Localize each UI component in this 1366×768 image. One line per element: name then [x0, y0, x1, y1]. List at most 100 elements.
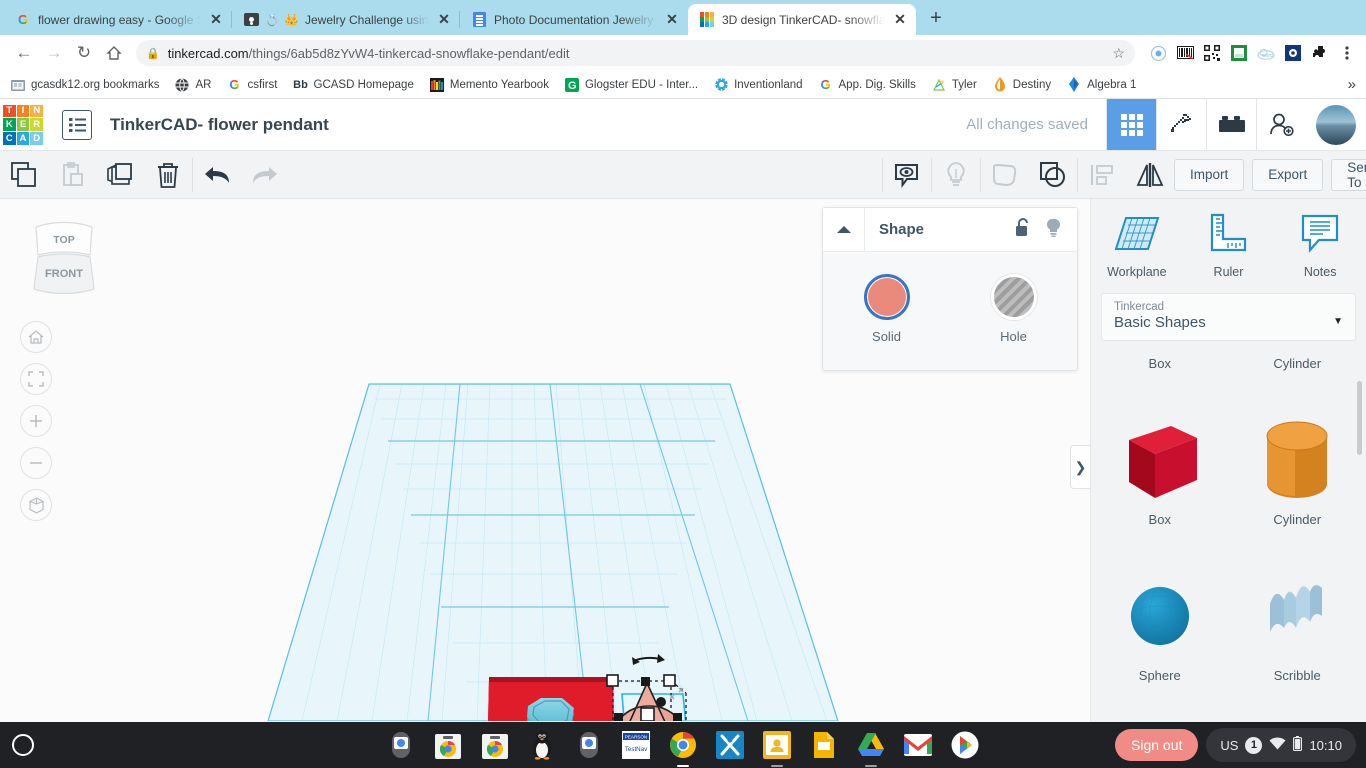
- export-button[interactable]: Export: [1252, 158, 1324, 191]
- zoom-out-button[interactable]: [20, 447, 52, 479]
- copy-button[interactable]: [0, 151, 48, 198]
- chrome-bag-icon[interactable]: [433, 730, 463, 760]
- google-slides-icon[interactable]: [809, 730, 839, 760]
- blue-square-icon[interactable]: [1284, 44, 1302, 62]
- lego-brick-icon[interactable]: [1206, 99, 1256, 150]
- camera-app-icon-2[interactable]: [574, 730, 604, 760]
- profile-circle-icon[interactable]: [1149, 44, 1167, 62]
- bookmark-app-dig-skills[interactable]: G App. Dig. Skills: [818, 77, 915, 93]
- avatar[interactable]: [1316, 104, 1356, 145]
- group-button[interactable]: [981, 151, 1029, 198]
- align-button[interactable]: [1078, 151, 1126, 198]
- bookmark-inventionland[interactable]: Inventionland: [713, 77, 803, 93]
- unlock-icon[interactable]: [1015, 217, 1032, 242]
- bookmark-glogster[interactable]: G Glogster EDU - Inter...: [564, 77, 698, 93]
- shape-panel-collapse-button[interactable]: [823, 208, 865, 251]
- notes-tool[interactable]: Notes: [1282, 213, 1358, 279]
- bookmark-gcasdk12[interactable]: gcasdk12.org bookmarks: [10, 77, 159, 93]
- solid-swatch[interactable]: [863, 274, 910, 320]
- cloud-icon[interactable]: word: [1257, 44, 1275, 62]
- sidebar-collapse-handle[interactable]: ❯: [1070, 445, 1090, 489]
- minecraft-pickaxe-icon[interactable]: [1156, 99, 1206, 150]
- bookmark-algebra-1[interactable]: Algebra 1: [1066, 77, 1136, 93]
- delete-button[interactable]: [144, 151, 192, 198]
- shape-list-scroll[interactable]: Box Cylinder Box Cylinder Sphere Scribbl…: [1091, 349, 1366, 768]
- bookmark-csfirst[interactable]: G csfirst: [226, 77, 277, 93]
- invite-person-icon[interactable]: [1256, 99, 1306, 150]
- bookmark-star-icon[interactable]: ☆: [1112, 45, 1125, 62]
- tab-close-button[interactable]: ✕: [664, 11, 680, 28]
- shape-item-box[interactable]: Box: [1091, 379, 1229, 531]
- design-menu-button[interactable]: [62, 109, 92, 140]
- hole-swatch[interactable]: [990, 274, 1037, 320]
- sign-out-button[interactable]: Sign out: [1115, 729, 1199, 761]
- shape-item-clipped[interactable]: Cylinder: [1229, 349, 1366, 375]
- solid-option[interactable]: Solid: [863, 274, 910, 344]
- launcher-icon[interactable]: [12, 734, 34, 756]
- workplane-tool[interactable]: Workplane: [1099, 213, 1175, 279]
- browser-tab-3[interactable]: 3D design TinkerCAD- snowflake ✕: [688, 4, 916, 35]
- ungroup-button[interactable]: [1029, 151, 1077, 198]
- import-button[interactable]: Import: [1174, 158, 1245, 191]
- 3d-workspace[interactable]: TOP FRONT Shape Solid Hole ❯: [0, 199, 1090, 768]
- note-comment-button[interactable]: [883, 151, 931, 198]
- status-tray[interactable]: US 1 10:10: [1206, 728, 1356, 762]
- forward-icon[interactable]: →: [40, 39, 68, 67]
- qr-code-icon[interactable]: [1203, 44, 1221, 62]
- duplicate-button[interactable]: [96, 151, 144, 198]
- xtramath-icon[interactable]: [715, 730, 745, 760]
- ruler-tool[interactable]: Ruler: [1190, 213, 1266, 279]
- bookmark-destiny[interactable]: Destiny: [992, 77, 1051, 93]
- shape-library-select[interactable]: Tinkercad Basic Shapes ▼: [1101, 293, 1356, 341]
- new-tab-button[interactable]: +: [922, 5, 950, 33]
- home-view-button[interactable]: [20, 321, 52, 353]
- view-cube[interactable]: TOP FRONT: [22, 219, 106, 299]
- google-classroom-icon[interactable]: [762, 730, 792, 760]
- green-sheet-icon[interactable]: [1230, 44, 1248, 62]
- tab-close-button[interactable]: ✕: [208, 11, 224, 28]
- shape-item-scribble[interactable]: Scribble: [1229, 535, 1366, 687]
- home-icon[interactable]: [100, 39, 128, 67]
- blocks-grid-icon[interactable]: [1106, 99, 1156, 150]
- bookmark-gcasd-homepage[interactable]: Bb GCASD Homepage: [293, 77, 414, 93]
- bookmark-tyler[interactable]: Tyler: [931, 77, 977, 93]
- page-title[interactable]: TinkerCAD- flower pendant: [110, 115, 329, 135]
- shape-item-clipped[interactable]: Box: [1091, 349, 1229, 375]
- tinkercad-logo[interactable]: TIN KER CAD: [0, 102, 46, 148]
- barcode-scan-icon[interactable]: [1176, 44, 1194, 62]
- play-store-icon[interactable]: [950, 730, 980, 760]
- browser-tab-0[interactable]: G flower drawing easy - Google Sea ✕: [4, 4, 232, 35]
- redo-button[interactable]: [241, 151, 289, 198]
- zoom-in-button[interactable]: [20, 405, 52, 437]
- send-to-button[interactable]: Send To: [1331, 158, 1366, 191]
- browser-tab-2[interactable]: Photo Documentation Jewelry Ch ✕: [460, 4, 688, 35]
- browser-tab-1[interactable]: 💍 👑 Jewelry Challenge using Ti ✕: [232, 4, 460, 35]
- tab-close-button[interactable]: ✕: [436, 11, 452, 28]
- mirror-button[interactable]: [1126, 151, 1174, 198]
- ortho-perspective-button[interactable]: [20, 489, 52, 521]
- tab-close-button[interactable]: ✕: [892, 11, 908, 28]
- paste-button[interactable]: [48, 151, 96, 198]
- chrome-bag-icon-2[interactable]: [480, 730, 510, 760]
- chrome-browser-icon[interactable]: [668, 730, 698, 760]
- linux-penguin-icon[interactable]: [527, 730, 557, 760]
- three-dot-menu-icon[interactable]: [1338, 44, 1356, 62]
- bookmark-memento[interactable]: Memento Yearbook: [429, 77, 549, 93]
- puzzle-icon[interactable]: [1311, 44, 1329, 62]
- google-drive-icon[interactable]: [856, 730, 886, 760]
- camera-app-icon[interactable]: [386, 730, 416, 760]
- sidebar-scrollbar[interactable]: [1357, 381, 1362, 455]
- back-icon[interactable]: ←: [10, 39, 38, 67]
- bookmark-ar[interactable]: AR: [174, 77, 211, 93]
- hole-option[interactable]: Hole: [990, 274, 1037, 344]
- light-bulb-icon[interactable]: [1046, 218, 1061, 242]
- gmail-icon[interactable]: [903, 730, 933, 760]
- shape-item-cylinder[interactable]: Cylinder: [1229, 379, 1366, 531]
- bookmarks-overflow-button[interactable]: »: [1348, 76, 1356, 93]
- fit-all-button[interactable]: [20, 363, 52, 395]
- undo-button[interactable]: [193, 151, 241, 198]
- address-bar[interactable]: 🔒 tinkercad.com/things/6ab5d8zYvW4-tinke…: [136, 40, 1135, 66]
- pearson-testnav-icon[interactable]: PEARSON TestNav: [621, 730, 651, 760]
- shape-item-sphere[interactable]: Sphere: [1091, 535, 1229, 687]
- reload-icon[interactable]: ↻: [70, 39, 98, 67]
